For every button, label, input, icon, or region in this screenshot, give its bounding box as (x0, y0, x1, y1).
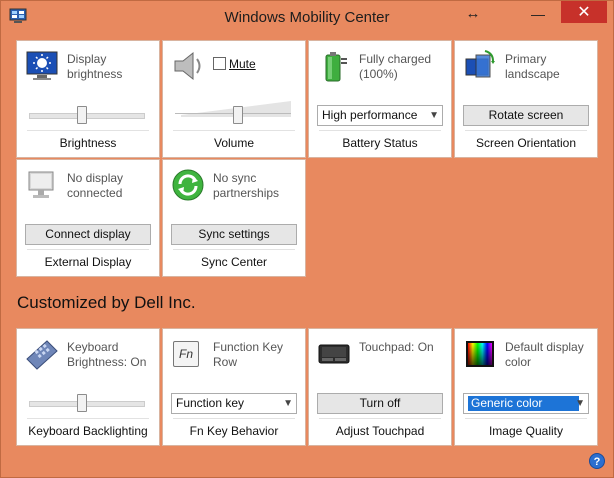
volume-slider[interactable] (175, 106, 291, 124)
color-profile-value: Generic color (468, 396, 579, 411)
brightness-slider[interactable] (29, 106, 145, 124)
touchpad-icon (318, 344, 350, 364)
custom-section-heading: Customized by Dell Inc. (17, 293, 196, 312)
mute-checkbox-box[interactable] (213, 57, 226, 70)
close-button[interactable]: ✕ (561, 1, 607, 23)
rotate-screen-button[interactable]: Rotate screen (463, 105, 589, 126)
external-display-caption: External Display (44, 255, 132, 269)
external-monitor-icon (28, 171, 54, 198)
mute-checkbox[interactable]: Mute (213, 57, 256, 71)
volume-slider-thumb[interactable] (233, 106, 243, 124)
power-plan-select[interactable]: High performance ▼ (317, 105, 443, 126)
orientation-tile: Primary landscape Rotate screen Screen O… (454, 40, 598, 158)
display-brightness-icon (26, 51, 58, 80)
keyboard-brightness-slider[interactable] (29, 394, 145, 412)
color-profile-select[interactable]: Generic color ▼ (463, 393, 589, 414)
volume-tile: Mute Volume (162, 40, 306, 158)
mobility-center-window: Windows Mobility Center ↔ — ✕ Display br… (0, 0, 614, 478)
touchpad-tile: Touchpad: On Turn off Adjust Touchpad (308, 328, 452, 446)
color-spectrum-icon (466, 341, 494, 367)
touchpad-turn-off-button[interactable]: Turn off (317, 393, 443, 414)
help-icon[interactable]: ? (589, 453, 605, 469)
image-quality-tile: Default display color Generic color ▼ Im… (454, 328, 598, 446)
image-quality-caption: Image Quality (488, 424, 564, 438)
fn-key-icon: Fn (173, 341, 199, 367)
volume-caption: Volume (213, 136, 255, 150)
keyboard-slider-thumb[interactable] (77, 394, 87, 412)
orientation-caption: Screen Orientation (475, 136, 577, 150)
keyboard-backlight-tile: Keyboard Brightness: On Keyboard Backlig… (16, 328, 160, 446)
keyboard-status: Keyboard Brightness: On (67, 340, 147, 369)
fn-key-value: Function key (176, 396, 245, 410)
orientation-status: Primary landscape (505, 52, 560, 81)
rotate-display-icon (465, 50, 495, 78)
connect-display-button[interactable]: Connect display (25, 224, 151, 245)
brightness-tile: Display brightness Brightness (16, 40, 160, 158)
brightness-caption: Brightness (59, 136, 117, 150)
external-display-status: No display connected (67, 171, 124, 200)
keyboard-caption: Keyboard Backlighting (28, 424, 148, 438)
fn-key-status: Function Key Row (213, 340, 284, 369)
sync-caption: Sync Center (200, 255, 268, 269)
battery-icon (325, 52, 347, 82)
sync-settings-button[interactable]: Sync settings (171, 224, 297, 245)
resize-icon[interactable]: ↔ (463, 1, 483, 29)
brightness-status: Display brightness (67, 52, 123, 81)
keyboard-icon (26, 340, 58, 370)
svg-text:?: ? (594, 456, 601, 468)
sync-center-tile: No sync partnerships Sync settings Sync … (162, 159, 306, 277)
power-plan-value: High performance (322, 108, 418, 122)
fn-key-caption: Fn Key Behavior (189, 424, 279, 438)
mute-label: Mute (229, 57, 256, 71)
minimize-button[interactable]: — (525, 1, 551, 29)
window-title: Windows Mobility Center (224, 9, 390, 26)
fn-key-tile: Fn Function Key Row Function key ▼ Fn Ke… (162, 328, 306, 446)
battery-caption: Battery Status (342, 136, 418, 150)
battery-status: Fully charged (100%) (359, 52, 432, 81)
chevron-down-icon: ▼ (429, 110, 439, 121)
touchpad-caption: Adjust Touchpad (335, 424, 425, 438)
fn-key-select[interactable]: Function key ▼ (171, 393, 297, 414)
chevron-down-icon: ▼ (575, 398, 585, 409)
sync-icon (172, 169, 204, 201)
brightness-slider-thumb[interactable] (77, 106, 87, 124)
title-bar[interactable]: Windows Mobility Center ↔ — ✕ (1, 1, 613, 33)
speaker-icon (174, 51, 201, 81)
touchpad-status: Touchpad: On (359, 340, 434, 354)
chevron-down-icon: ▼ (283, 398, 293, 409)
battery-tile: Fully charged (100%) High performance ▼ … (308, 40, 452, 158)
sync-status: No sync partnerships (213, 171, 280, 200)
external-display-tile: No display connected Connect display Ext… (16, 159, 160, 277)
image-quality-status: Default display color (505, 340, 584, 369)
